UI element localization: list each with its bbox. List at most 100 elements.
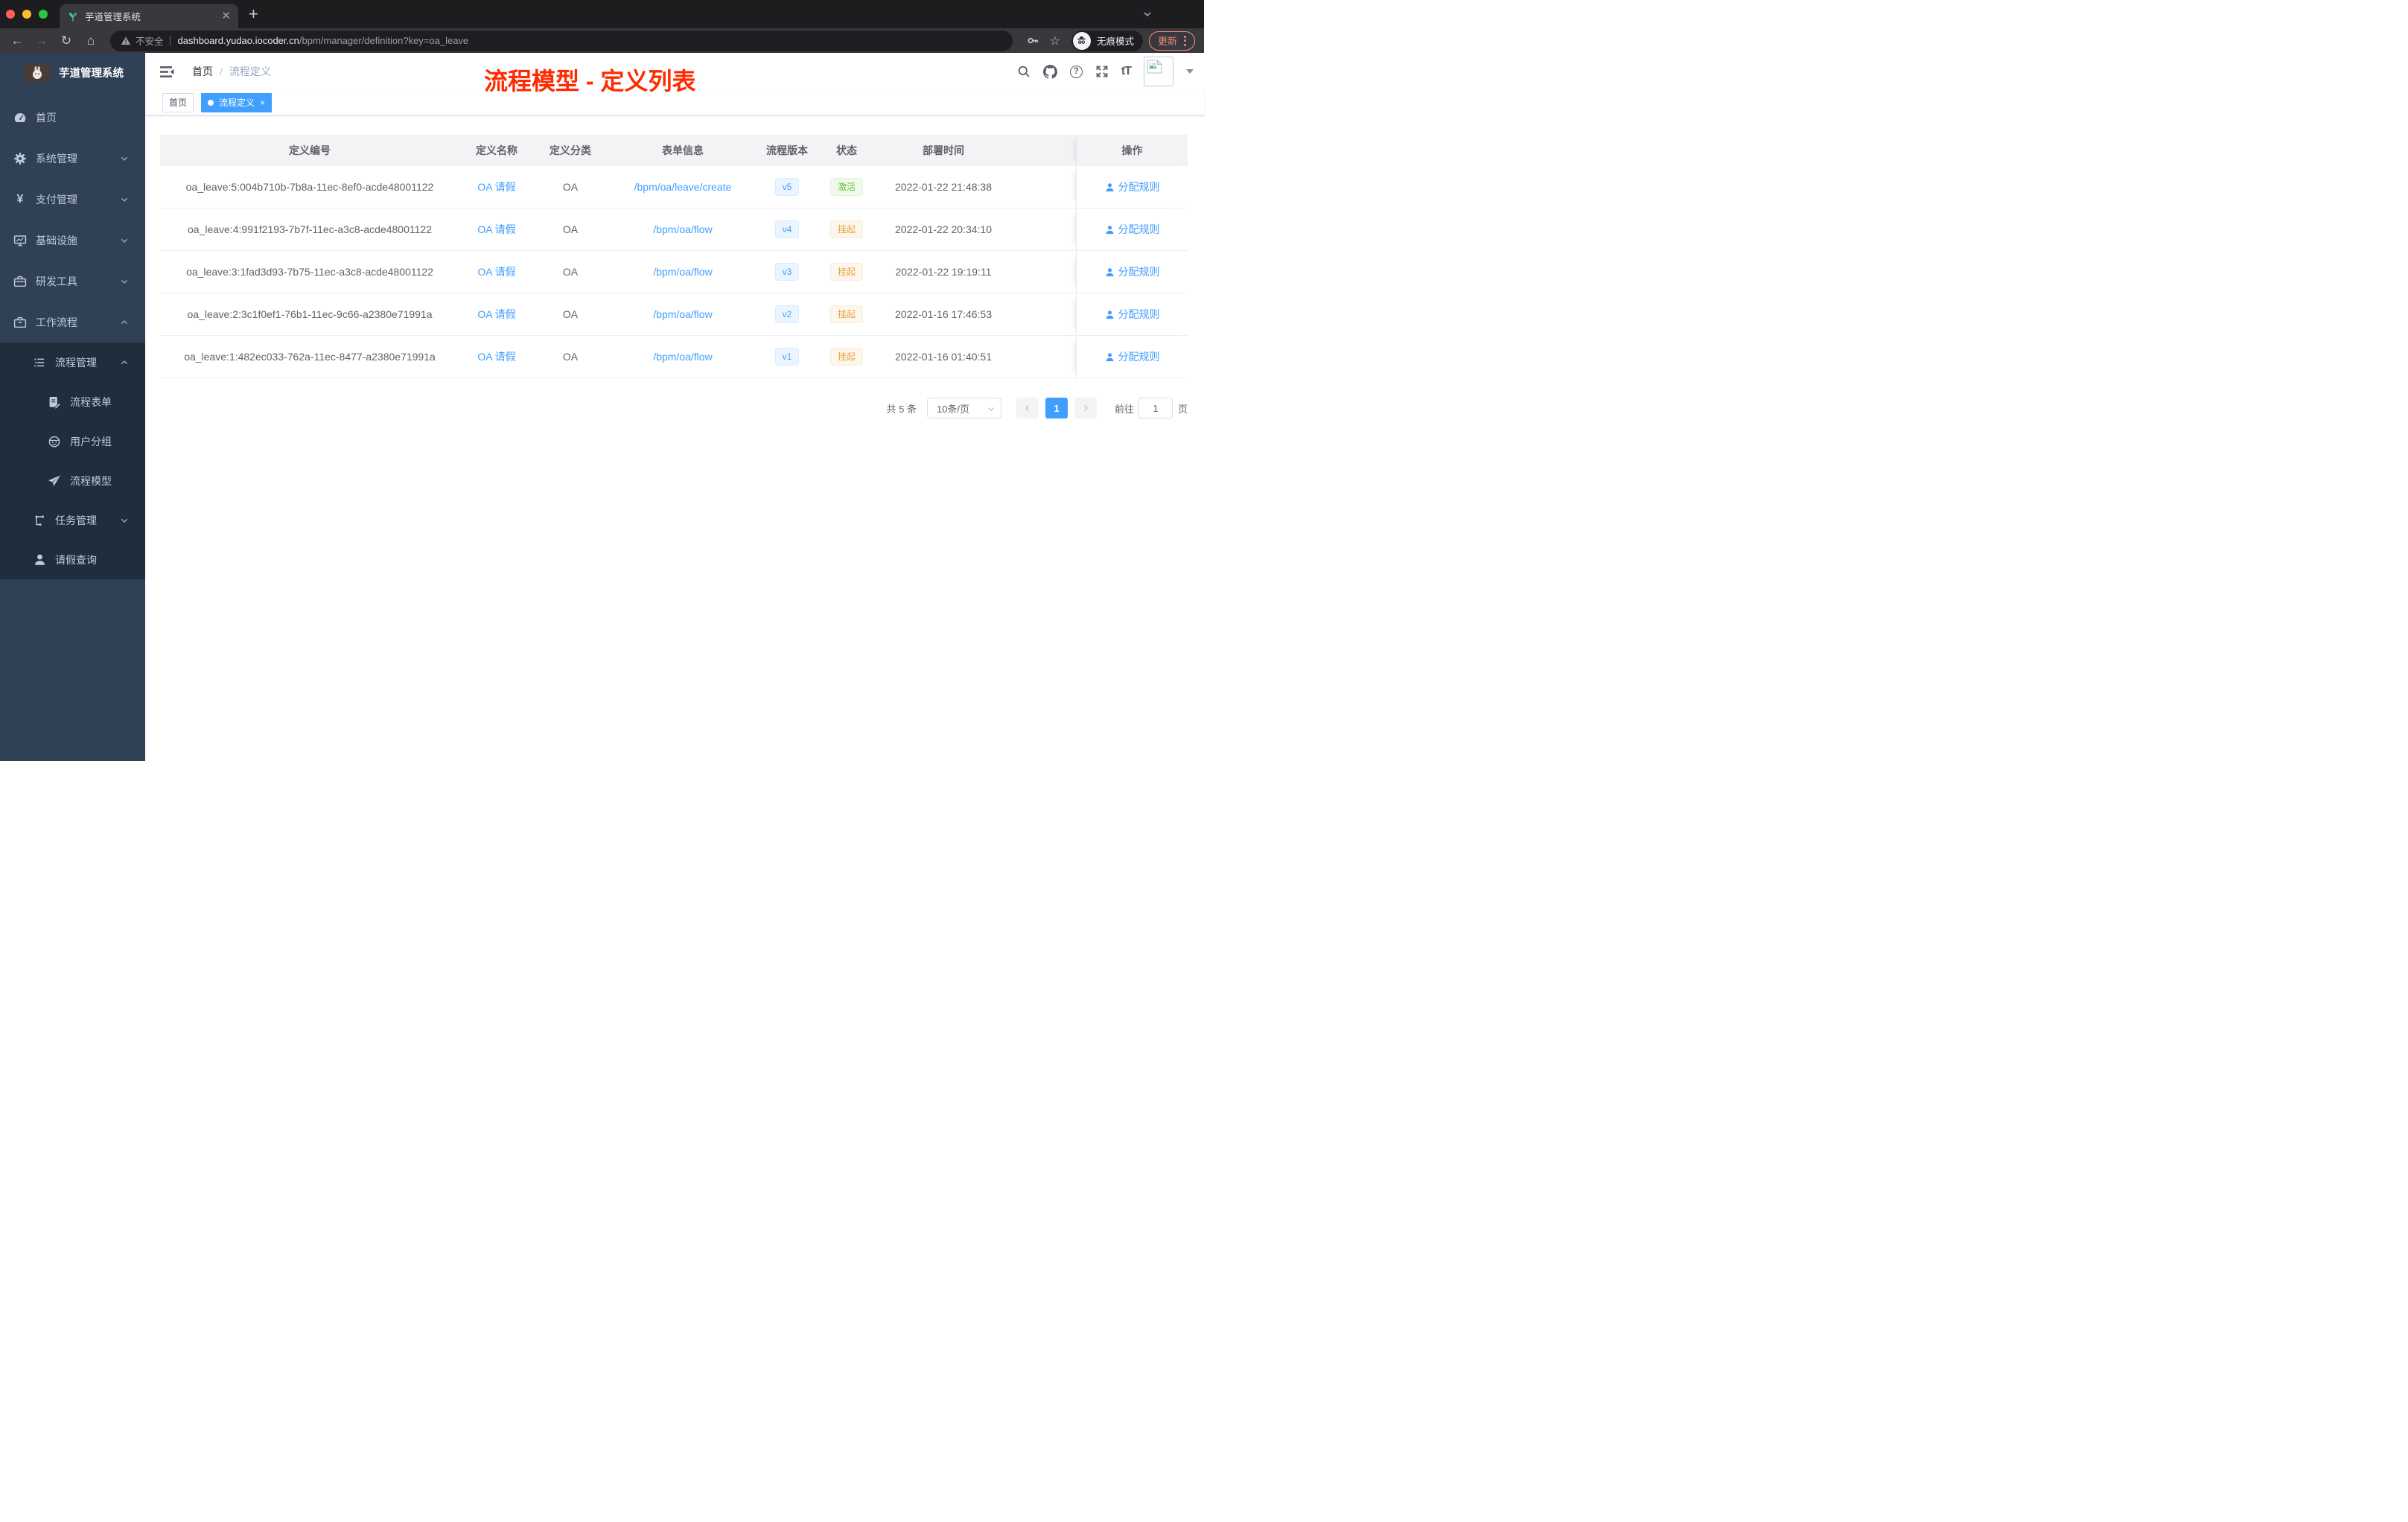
deploy-time-cell: 2022-01-22 20:34:10 [895,223,992,235]
version-badge: v2 [774,305,800,324]
chevron-down-icon [120,154,129,163]
briefcase-icon [13,316,27,329]
avatar[interactable] [1144,57,1173,86]
minimize-window-button[interactable] [22,10,31,19]
page-unit-label: 页 [1177,403,1188,415]
deploy-time-cell: 2022-01-16 17:46:53 [895,308,992,320]
url-separator [169,35,171,46]
form-info-link[interactable]: /bpm/oa/leave/create [634,181,732,193]
next-page-button[interactable] [1074,398,1097,418]
breadcrumb-home-link[interactable]: 首页 [192,64,213,79]
font-size-icon[interactable]: tT [1121,65,1132,78]
search-icon[interactable] [1017,65,1031,78]
assign-rule-link[interactable]: 分配规则 [1105,307,1160,322]
sidebar-item-leave-query[interactable]: 请假查询 [0,540,145,579]
bookmark-star-icon[interactable]: ☆ [1050,34,1060,48]
sidebar-item-home[interactable]: 首页 [0,97,145,138]
url-text: dashboard.yudao.iocoder.cn/bpm/manager/d… [178,35,469,46]
definition-name-link[interactable]: OA 请假 [477,181,515,193]
form-info-link[interactable]: /bpm/oa/flow [653,351,712,363]
sidebar-item-process-management[interactable]: 流程管理 [0,343,145,382]
sidebar-item-label: 支付管理 [36,193,77,206]
browser-tab[interactable]: 芋道管理系统 ✕ [60,4,238,28]
form-info-link[interactable]: /bpm/oa/flow [653,308,712,320]
github-icon[interactable] [1042,64,1057,79]
tag-close-icon[interactable]: × [260,98,265,107]
fullscreen-icon[interactable] [1095,65,1109,78]
annotation-title: 流程模型 - 定义列表 [484,68,696,95]
definition-name-link[interactable]: OA 请假 [477,223,515,235]
sidebar-item-process-model[interactable]: 流程模型 [0,461,145,500]
zoom-window-button[interactable] [39,10,48,19]
sidebar-item-user-group[interactable]: 用户分组 [0,421,145,461]
form-info-link[interactable]: /bpm/oa/flow [653,223,712,235]
definition-id-cell: oa_leave:2:3c1f0ef1-76b1-11ec-9c66-a2380… [187,308,433,320]
sidebar-item-system[interactable]: 系统管理 [0,138,145,179]
sidebar-item-workflow[interactable]: 工作流程 [0,302,145,343]
reload-icon[interactable]: ↻ [57,34,76,47]
definition-id-cell: oa_leave:3:1fad3d93-7b75-11ec-a3c8-acde4… [186,266,433,278]
sidebar-item-payment[interactable]: ¥ 支付管理 [0,179,145,220]
definition-category-cell: OA [562,223,579,235]
tag-label: 首页 [169,98,188,108]
column-header: 定义编号 [289,144,331,156]
app-window: 芋道管理系统 首页 系统管理 ¥ 支付管理 基础设施 研发工具 工作流程 流程管理 流程表单 用户… [0,53,1204,761]
doc-icon [48,395,61,409]
form-info-link[interactable]: /bpm/oa/flow [653,266,712,278]
assign-rule-link[interactable]: 分配规则 [1105,222,1160,237]
definition-name-link[interactable]: OA 请假 [477,266,515,278]
goto-page-input[interactable] [1138,398,1173,418]
sidebar-item-devtools[interactable]: 研发工具 [0,261,145,302]
prev-page-button[interactable] [1016,398,1039,418]
current-page-button[interactable]: 1 [1045,398,1068,418]
home-icon[interactable]: ⌂ [81,34,101,47]
forward-icon[interactable]: → [32,34,51,47]
definition-name-link[interactable]: OA 请假 [477,351,515,363]
chrome-update-button[interactable]: 更新 [1148,31,1195,51]
assign-rule-link[interactable]: 分配规则 [1105,179,1160,194]
chevron-down-icon [120,277,129,286]
person-icon [1106,225,1113,234]
sidebar-item-process-form[interactable]: 流程表单 [0,382,145,421]
security-label: 不安全 [136,36,164,47]
assign-rule-link[interactable]: 分配规则 [1105,264,1160,279]
address-bar[interactable]: 不安全 dashboard.yudao.iocoder.cn/bpm/manag… [110,30,1013,51]
hamburger-icon[interactable] [160,66,174,78]
kebab-menu-icon[interactable] [1184,35,1186,46]
incognito-icon [1072,31,1091,50]
close-window-button[interactable] [6,10,15,19]
traffic-lights[interactable] [6,10,48,19]
chevron-up-icon [120,358,129,367]
status-badge: 挂起 [829,262,863,281]
avatar-caret-icon[interactable] [1186,69,1194,74]
deploy-time-cell: 2022-01-16 01:40:51 [895,351,992,363]
table-body: oa_leave:5:004b710b-7b8a-11ec-8ef0-acde4… [160,166,1188,378]
tag-process-definition[interactable]: 流程定义 × [201,92,273,112]
tab-close-icon[interactable]: ✕ [221,10,231,22]
new-tab-button[interactable]: + [249,4,258,24]
assign-rule-link[interactable]: 分配规则 [1105,349,1160,364]
yen-icon: ¥ [16,192,24,206]
key-icon[interactable] [1027,34,1039,47]
tab-favicon-plant-icon [67,10,79,22]
chevron-down-icon [120,195,129,204]
table-row: oa_leave:4:991f2193-7b7f-11ec-a3c8-acde4… [160,208,1188,251]
sidebar-item-infrastructure[interactable]: 基础设施 [0,220,145,261]
sidebar-menu: 首页 系统管理 ¥ 支付管理基础设施 研发工具 工作流程 流程管理 流程表单 用户分组 流程模型任… [0,92,145,579]
status-badge: 挂起 [829,347,863,366]
definition-name-link[interactable]: OA 请假 [477,308,515,320]
sidebar-item-task-management[interactable]: 任务管理 [0,500,145,540]
incognito-badge: 无痕模式 [1071,30,1143,51]
definition-id-cell: oa_leave:4:991f2193-7b7f-11ec-a3c8-acde4… [188,223,432,235]
chevron-down-icon[interactable] [1142,9,1153,22]
chevron-down-icon [987,404,996,413]
tag-home[interactable]: 首页 [162,92,194,112]
list-icon [33,356,46,369]
sidebar-logo-row[interactable]: 芋道管理系统 [0,53,145,92]
breadcrumb-separator: / [220,66,223,77]
page-size-select[interactable]: 10条/页 [926,398,1001,418]
back-icon[interactable]: ← [7,34,27,47]
robot-icon [48,435,61,448]
help-icon[interactable]: ? [1069,65,1083,78]
page-content: 定义编号 定义名称 定义分类 表单信息 流程版本 状态 部署时间 操作 oa_leave:5:… [145,115,1204,761]
